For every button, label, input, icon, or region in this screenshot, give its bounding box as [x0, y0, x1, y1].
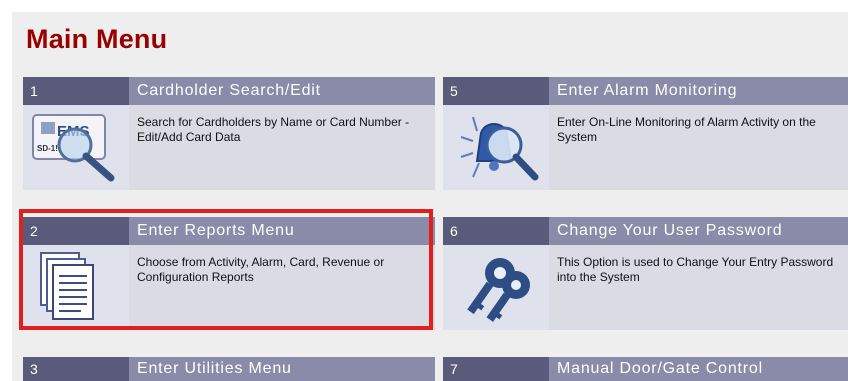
- tile-description: This Option is used to Change Your Entry…: [557, 255, 834, 284]
- selection-outline: [19, 209, 433, 330]
- tile-number: 3: [23, 357, 129, 381]
- menu-tile-door-gate-control[interactable]: 7 Manual Door/Gate Control: [443, 357, 848, 381]
- tile-description: Search for Cardholders by Name or Card N…: [137, 115, 410, 144]
- tile-title[interactable]: Manual Door/Gate Control: [549, 357, 848, 381]
- cardholder-search-icon[interactable]: EMS SD-1!: [23, 105, 129, 190]
- icon-sd-text: SD-1!: [37, 144, 58, 153]
- tile-number: 5: [443, 77, 549, 105]
- menu-tile-alarm-monitoring[interactable]: 5 Enter Alarm Monitoring Enter On-Line M…: [443, 77, 848, 190]
- page-title: Main Menu: [26, 24, 168, 54]
- menu-tile-cardholder-search[interactable]: 1 Cardholder Search/Edit EMS SD-1! Searc…: [23, 77, 435, 190]
- tile-title[interactable]: Cardholder Search/Edit: [129, 77, 435, 105]
- tile-description: Enter On-Line Monitoring of Alarm Activi…: [557, 115, 816, 144]
- tile-number: 6: [443, 217, 549, 245]
- tile-title[interactable]: Enter Utilities Menu: [129, 357, 435, 381]
- tile-title[interactable]: Change Your User Password: [549, 217, 848, 245]
- menu-tile-change-password[interactable]: 6 Change Your User Password This Option …: [443, 217, 848, 330]
- keys-icon[interactable]: [443, 245, 549, 330]
- tile-title[interactable]: Enter Alarm Monitoring: [549, 77, 848, 105]
- menu-tile-utilities[interactable]: 3 Enter Utilities Menu: [23, 357, 435, 381]
- tile-number: 7: [443, 357, 549, 381]
- alarm-monitoring-icon[interactable]: [443, 105, 549, 190]
- tile-number: 1: [23, 77, 129, 105]
